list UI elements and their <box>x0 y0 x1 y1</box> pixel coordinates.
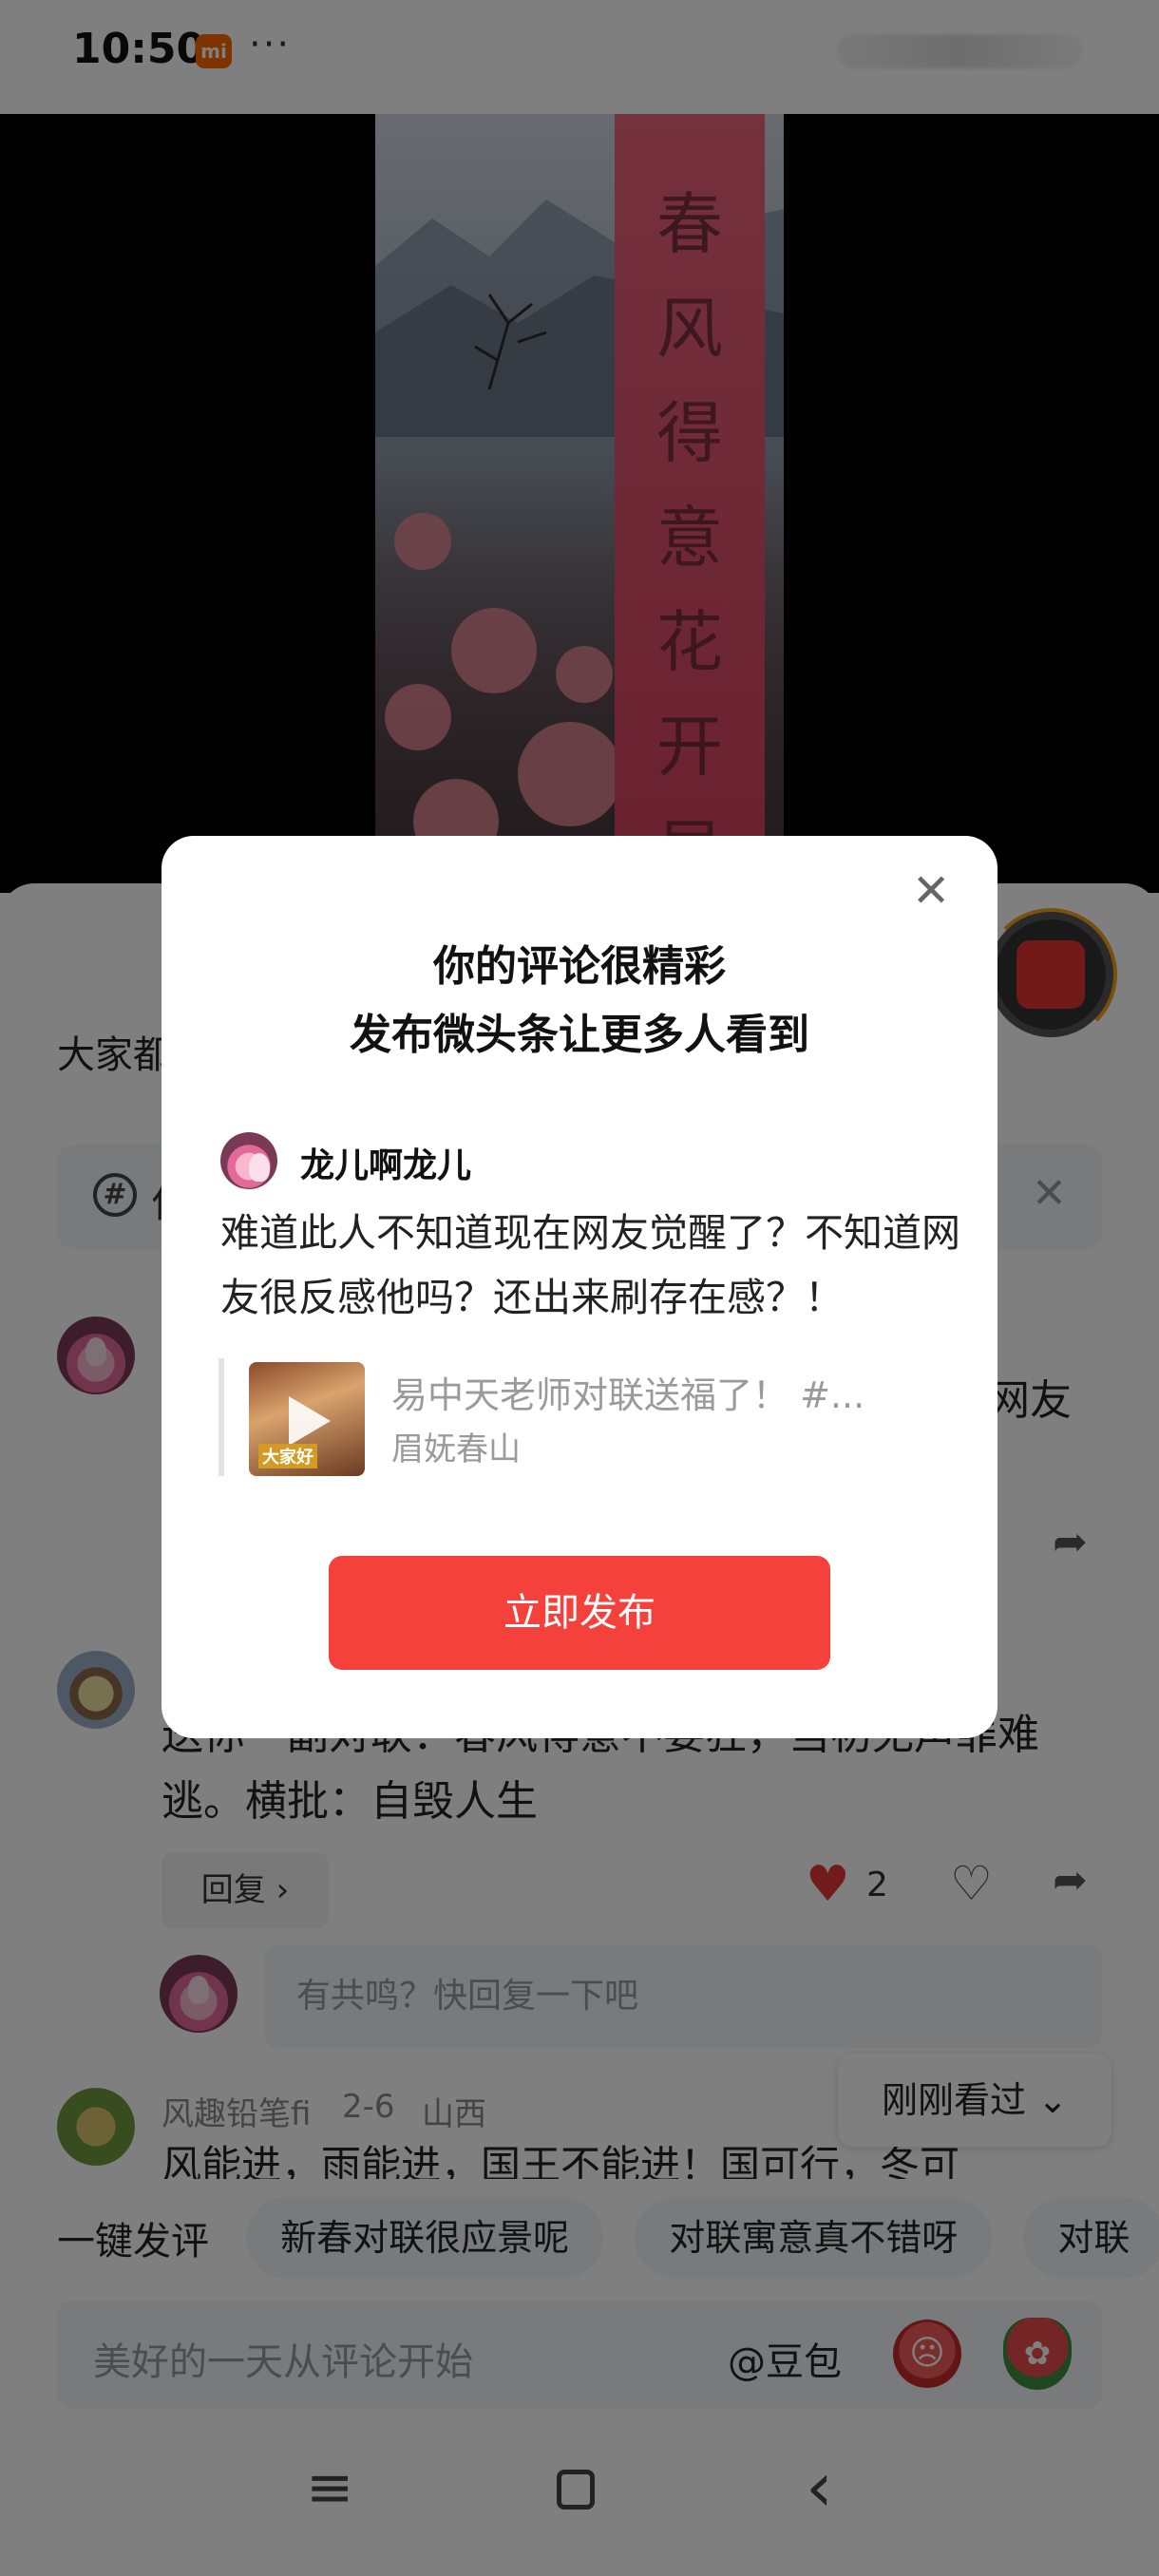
play-icon <box>289 1396 331 1446</box>
quoted-video: 大家好 易中天老师对联送福了！ #... 眉妩春山 <box>218 1358 950 1476</box>
avatar <box>220 1132 277 1189</box>
video-thumbnail: 大家好 <box>249 1362 365 1476</box>
thumbnail-caption: 大家好 <box>258 1444 317 1468</box>
publish-now-button[interactable]: 立即发布 <box>329 1556 830 1670</box>
dialog-subtitle: 发布微头条让更多人看到 <box>350 1011 809 1059</box>
quoted-video-author: 眉妩春山 <box>391 1430 521 1468</box>
preview-username: 龙儿啊龙儿 <box>300 1146 472 1185</box>
dialog-title: 你的评论很精彩 <box>433 942 726 991</box>
close-icon[interactable]: ✕ <box>912 868 950 914</box>
quoted-video-title: 易中天老师对联送福了！ #... <box>391 1374 865 1416</box>
preview-comment-text: 难道此人不知道现在网友觉醒了？不知道网友很反感他吗？还出来刷存在感？！ <box>220 1210 960 1320</box>
publish-dialog: ✕ 你的评论很精彩 发布微头条让更多人看到 龙儿啊龙儿 难道此人不知道现在网友觉… <box>162 836 998 1738</box>
